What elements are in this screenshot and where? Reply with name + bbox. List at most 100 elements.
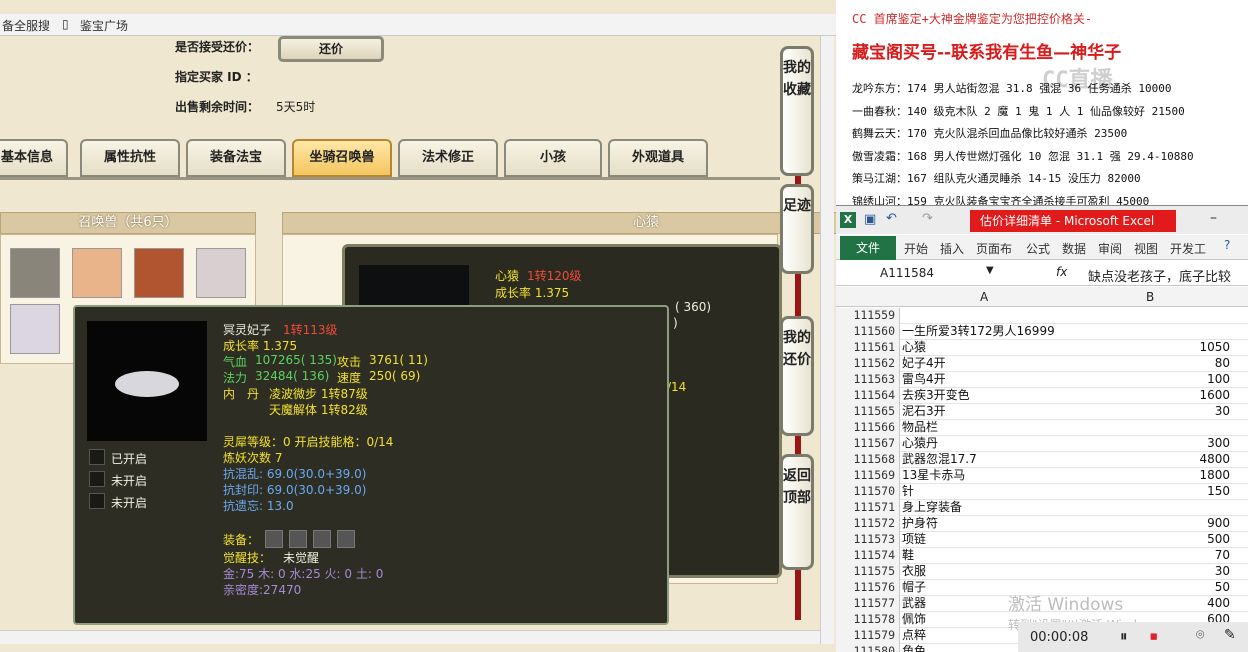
cell-b[interactable]: 900 — [1207, 516, 1230, 531]
help-icon[interactable]: ? — [1224, 238, 1230, 252]
ribbon-tab-formula[interactable]: 公式 — [1026, 240, 1050, 257]
row-number[interactable]: 111575 — [836, 564, 900, 580]
tab-attributes[interactable]: 属性抗性 — [80, 139, 180, 177]
cell-a[interactable]: 去疾3开变色 — [902, 388, 970, 403]
my-bargain-button[interactable]: 我的还价 — [780, 316, 814, 436]
table-row[interactable]: 111572 护身符 900 — [836, 516, 1248, 532]
col-a-header[interactable]: A — [980, 290, 988, 304]
cell-a[interactable]: 护身符 — [902, 516, 938, 531]
table-row[interactable]: 111559 — [836, 308, 1248, 324]
table-row[interactable]: 111563 雷鸟4开 100 — [836, 372, 1248, 388]
cell-a[interactable]: 物品栏 — [902, 420, 938, 435]
favorites-button[interactable]: 我的收藏 — [780, 46, 814, 176]
cell-b[interactable]: 300 — [1207, 436, 1230, 451]
row-number[interactable]: 111564 — [836, 388, 900, 404]
ribbon-tab-home[interactable]: 开始 — [904, 240, 928, 257]
ribbon-tab-developer[interactable]: 开发工 — [1170, 240, 1206, 257]
cell-a[interactable]: 泥石3开 — [902, 404, 946, 419]
cell-a[interactable]: 雷鸟4开 — [902, 372, 946, 387]
ribbon-tab-review[interactable]: 审阅 — [1098, 240, 1122, 257]
bookmark-1[interactable]: 备全服搜 — [2, 17, 50, 34]
ribbon-tab-insert[interactable]: 插入 — [940, 240, 964, 257]
table-row[interactable]: 111575 衣服 30 — [836, 564, 1248, 580]
cell-b[interactable]: 400 — [1207, 596, 1230, 611]
pet-avatar-5[interactable] — [10, 304, 60, 354]
cell-a[interactable]: 武器 — [902, 596, 926, 611]
save-icon[interactable]: ▣ — [864, 212, 876, 227]
pause-icon[interactable]: ⏸ — [1120, 627, 1128, 645]
row-number[interactable]: 111577 — [836, 596, 900, 612]
tab-basic[interactable]: 基本信息 — [0, 139, 68, 177]
row-number[interactable]: 111565 — [836, 404, 900, 420]
cell-a[interactable]: 针 — [902, 484, 914, 499]
cell-a[interactable]: 项链 — [902, 532, 926, 547]
cell-a[interactable]: 一生所爱3转172男人16999 — [902, 324, 1055, 339]
bargain-button[interactable]: 还价 — [278, 36, 384, 62]
tab-spell[interactable]: 法术修正 — [398, 139, 498, 177]
table-row[interactable]: 111569 13星卡赤马 1800 — [836, 468, 1248, 484]
pet-avatar-3[interactable] — [134, 248, 184, 298]
back-to-top-button[interactable]: 返回顶部 — [780, 454, 814, 570]
table-row[interactable]: 111567 心猿丹 300 — [836, 436, 1248, 452]
pet-avatar-1[interactable] — [10, 248, 60, 298]
col-b-header[interactable]: B — [1146, 290, 1154, 304]
row-number[interactable]: 111573 — [836, 532, 900, 548]
pet-avatar-4[interactable] — [196, 248, 246, 298]
name-box[interactable]: A111584 — [880, 266, 934, 280]
camera-icon[interactable]: ⌾ — [1196, 627, 1204, 643]
tab-child[interactable]: 小孩 — [504, 139, 602, 177]
ribbon-tab-data[interactable]: 数据 — [1062, 240, 1086, 257]
cell-a[interactable]: 鞋 — [902, 548, 914, 563]
row-number[interactable]: 111572 — [836, 516, 900, 532]
table-row[interactable]: 111564 去疾3开变色 1600 — [836, 388, 1248, 404]
table-row[interactable]: 111560 一生所爱3转172男人16999 — [836, 324, 1248, 340]
cell-b[interactable]: 30 — [1215, 404, 1230, 419]
bookmark-2[interactable]: 鉴宝广场 — [80, 17, 128, 34]
cell-a[interactable]: 帽子 — [902, 580, 926, 595]
row-number[interactable]: 111578 — [836, 612, 900, 628]
fx-icon[interactable]: fx — [1056, 265, 1067, 279]
table-row[interactable]: 111570 针 150 — [836, 484, 1248, 500]
table-row[interactable]: 111561 心猿 1050 — [836, 340, 1248, 356]
cell-b[interactable]: 100 — [1207, 372, 1230, 387]
tab-equipment[interactable]: 装备法宝 — [186, 139, 286, 177]
row-number[interactable]: 111574 — [836, 548, 900, 564]
cell-b[interactable]: 50 — [1215, 580, 1230, 595]
cell-b[interactable]: 150 — [1207, 484, 1230, 499]
table-row[interactable]: 111574 鞋 70 — [836, 548, 1248, 564]
row-number[interactable]: 111579 — [836, 628, 900, 644]
row-number[interactable]: 111561 — [836, 340, 900, 356]
cell-a[interactable]: 武器忽混17.7 — [902, 452, 977, 467]
row-number[interactable]: 111571 — [836, 500, 900, 516]
undo-icon[interactable]: ↶ — [886, 211, 897, 226]
table-row[interactable]: 111571 身上穿装备 — [836, 500, 1248, 516]
ribbon-tab-view[interactable]: 视图 — [1134, 240, 1158, 257]
cell-b[interactable]: 1800 — [1199, 468, 1230, 483]
v-scrollbar[interactable] — [820, 36, 834, 644]
ribbon-tab-page[interactable]: 页面布 — [976, 240, 1012, 257]
redo-icon[interactable]: ↷ — [922, 211, 933, 226]
cell-b[interactable]: 1050 — [1199, 340, 1230, 355]
cell-b[interactable]: 500 — [1207, 532, 1230, 547]
h-scrollbar[interactable] — [0, 630, 820, 644]
footprint-button[interactable]: 足迹 — [780, 184, 814, 274]
table-row[interactable]: 111565 泥石3开 30 — [836, 404, 1248, 420]
cell-b[interactable]: 4800 — [1199, 452, 1230, 467]
cell-b[interactable]: 1600 — [1199, 388, 1230, 403]
formula-content[interactable]: 缺点没老孩子，底子比较 — [1088, 266, 1231, 285]
cell-a[interactable]: 13星卡赤马 — [902, 468, 965, 483]
stop-icon[interactable]: ⏹ — [1150, 627, 1158, 645]
row-number[interactable]: 111570 — [836, 484, 900, 500]
cell-b[interactable]: 30 — [1215, 564, 1230, 579]
table-row[interactable]: 111573 项链 500 — [836, 532, 1248, 548]
row-number[interactable]: 111559 — [836, 308, 900, 324]
row-number[interactable]: 111562 — [836, 356, 900, 372]
cell-a[interactable]: 心猿 — [902, 340, 926, 355]
tab-appearance[interactable]: 外观道具 — [608, 139, 708, 177]
pet-avatar-2[interactable] — [72, 248, 122, 298]
minimize-icon[interactable]: – — [1210, 210, 1217, 226]
row-number[interactable]: 111568 — [836, 452, 900, 468]
row-number[interactable]: 111569 — [836, 468, 900, 484]
cell-b[interactable]: 70 — [1215, 548, 1230, 563]
row-number[interactable]: 111580 — [836, 644, 900, 652]
